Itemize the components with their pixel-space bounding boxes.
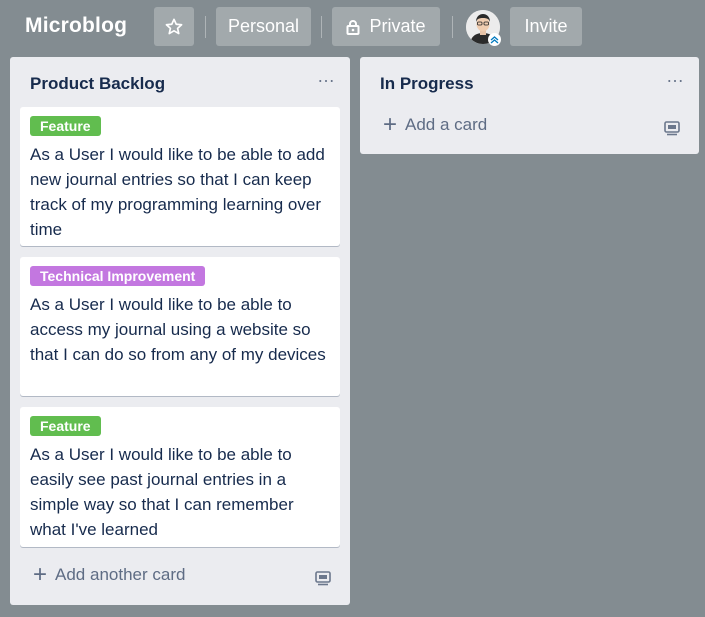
card-title: As a User I would like to be able to add…	[30, 145, 325, 239]
team-visibility-button[interactable]: Personal	[216, 7, 311, 46]
card[interactable]: Technical Improvement As a User I would …	[20, 257, 340, 396]
card-label[interactable]: Technical Improvement	[30, 266, 206, 286]
header-divider	[452, 16, 453, 38]
invite-label: Invite	[524, 16, 568, 36]
board-header: Microblog Personal Private Invite	[0, 0, 705, 56]
chevron-up-icon	[490, 36, 499, 44]
board-title[interactable]: Microblog	[25, 14, 127, 38]
list-menu-button[interactable]: …	[666, 67, 685, 85]
card-title: As a User I would like to be able to acc…	[30, 295, 326, 364]
list-product-backlog: Product Backlog … Feature As a User I wo…	[10, 57, 350, 605]
plus-icon: +	[33, 561, 48, 588]
add-card-button[interactable]: + Add a card	[383, 111, 488, 138]
list-menu-button[interactable]: …	[317, 67, 336, 85]
star-icon	[165, 18, 183, 34]
add-card-label: Add a card	[405, 115, 488, 134]
card-label[interactable]: Feature	[30, 116, 101, 136]
add-card-button[interactable]: + Add another card	[33, 561, 186, 588]
header-divider	[321, 16, 322, 38]
card-title: As a User I would like to be able to eas…	[30, 445, 294, 539]
card-template-icon[interactable]	[663, 119, 681, 137]
lock-icon	[346, 19, 360, 35]
team-visibility-label: Personal	[227, 16, 300, 36]
card[interactable]: Feature As a User I would like to be abl…	[20, 107, 340, 246]
privacy-label: Private	[369, 16, 426, 36]
card[interactable]: Feature As a User I would like to be abl…	[20, 407, 340, 547]
header-divider	[205, 16, 206, 38]
admin-badge	[488, 33, 501, 46]
add-card-label: Add another card	[55, 565, 186, 584]
card-template-icon[interactable]	[314, 569, 332, 587]
card-label[interactable]: Feature	[30, 416, 101, 436]
list-title[interactable]: In Progress	[380, 74, 474, 94]
star-board-button[interactable]	[154, 7, 194, 46]
list-title[interactable]: Product Backlog	[30, 74, 165, 94]
plus-icon: +	[383, 111, 398, 138]
invite-button[interactable]: Invite	[510, 7, 582, 46]
list-in-progress: In Progress … + Add a card	[360, 57, 699, 154]
privacy-button[interactable]: Private	[332, 7, 440, 46]
